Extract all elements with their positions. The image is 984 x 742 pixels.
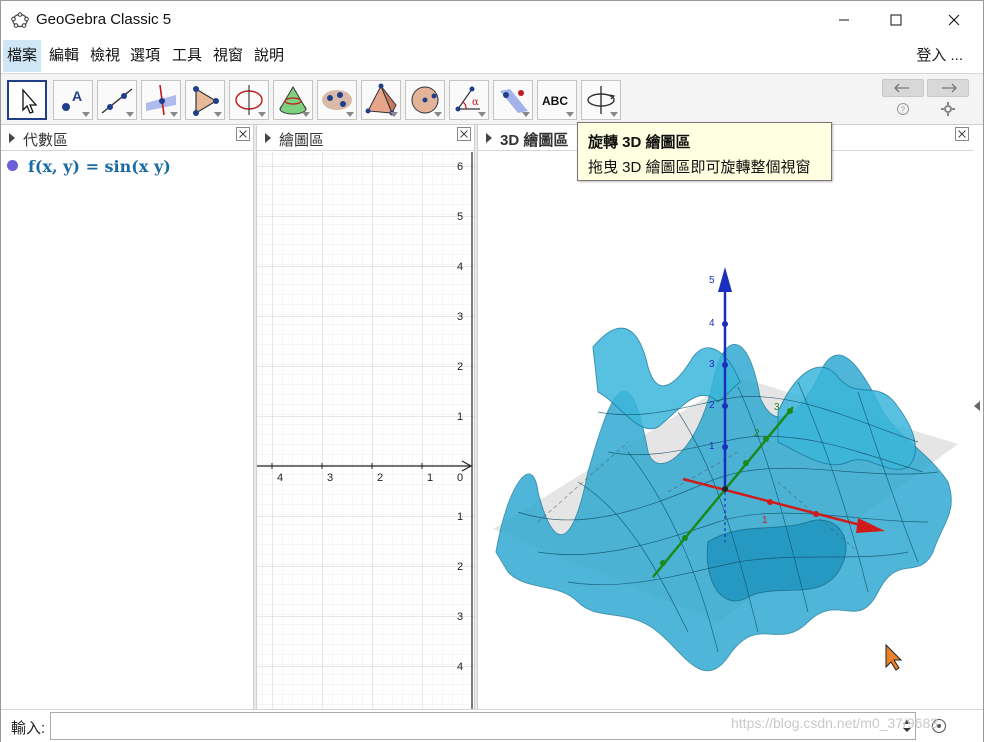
window-title: GeoGebra Classic 5 (36, 11, 172, 28)
z-tick-label: 5 (709, 275, 715, 286)
close-panel-icon[interactable] (457, 127, 471, 141)
mouse-cursor-icon (885, 643, 903, 671)
settings-gear-icon[interactable] (941, 102, 955, 116)
collapse-arrow-icon[interactable] (486, 133, 492, 143)
close-button[interactable] (931, 1, 977, 39)
z-tick-label: 3 (709, 359, 715, 370)
y-tick-label: 3 (457, 611, 463, 623)
y-tick-label: 6 (457, 161, 463, 173)
maximize-icon (890, 14, 902, 26)
angle-tool-label: α (472, 97, 479, 108)
circle-tool-button[interactable] (229, 80, 269, 120)
polygon-tool-button[interactable] (185, 80, 225, 120)
minimize-button[interactable] (821, 1, 867, 39)
menu-tools[interactable]: 工具 (168, 40, 206, 72)
algebra-panel: 代數區 f(x, y) = sin(x y) (1, 125, 254, 709)
menu-window[interactable]: 視窗 (209, 40, 247, 72)
tooltip-body: 拖曳 3D 繪圖區即可旋轉整個視窗 (588, 159, 811, 176)
undo-icon (894, 83, 909, 93)
geogebra-logo-icon (11, 12, 29, 28)
point-tool-button[interactable]: A (53, 80, 93, 120)
y-tick-label: 2 (457, 561, 463, 573)
undo-button[interactable] (882, 79, 924, 97)
reflect-tool-button[interactable] (493, 80, 533, 120)
menu-bar: 檔案 編輯 檢視 選項 工具 視窗 說明 登入 ... (1, 40, 983, 72)
algebra-panel-header: 代數區 (1, 125, 254, 151)
z-tick-label: 1 (709, 441, 715, 452)
graphics-3d-panel-title: 3D 繪圖區 (500, 132, 569, 149)
collapse-arrow-icon[interactable] (9, 133, 15, 143)
close-panel-icon[interactable] (236, 127, 250, 141)
redo-button[interactable] (927, 79, 969, 97)
graphics-panel-title: 繪圖區 (279, 132, 325, 149)
text-tool-button[interactable]: ABC (537, 80, 577, 120)
x-tick-label: 1 (762, 515, 768, 526)
y-tick-label: 2 (457, 361, 463, 373)
origin-label: 0 (457, 472, 463, 484)
graphics-panel-header: 繪圖區 (257, 125, 475, 151)
y-tick-label: 3 (457, 311, 463, 323)
intersect-surfaces-tool-button[interactable] (273, 80, 313, 120)
x-tick-label: 2 (377, 472, 383, 484)
x-tick-label: 3 (327, 472, 333, 484)
maximize-button[interactable] (873, 1, 919, 39)
toolbar: A α ABC ? (1, 73, 983, 125)
visibility-toggle-dot[interactable] (7, 160, 18, 171)
y-tick-label: 2 (754, 428, 760, 439)
pyramid-tool-button[interactable] (361, 80, 401, 120)
function-definition[interactable]: f(x, y) = sin(x y) (28, 157, 171, 176)
graphics-panel: 繪圖區 4 3 2 1 0 6 5 4 3 2 1 1 2 3 4 (257, 125, 475, 709)
login-link[interactable]: 登入 ... (916, 40, 963, 72)
rotate-3d-view-tool-button[interactable] (581, 80, 621, 120)
sidebar-expand-arrow-icon[interactable] (974, 401, 980, 411)
redo-icon (942, 83, 957, 93)
y-tick-label: 1 (457, 411, 463, 423)
y-tick-label: 3 (774, 402, 780, 413)
angle-tool-button[interactable]: α (449, 80, 489, 120)
z-tick-label: 4 (709, 318, 715, 329)
graphics-canvas[interactable]: 4 3 2 1 0 6 5 4 3 2 1 1 2 3 4 (257, 152, 475, 709)
y-tick-label: 4 (457, 661, 463, 673)
menu-options[interactable]: 選項 (126, 40, 164, 72)
x-tick-label: 1 (427, 472, 433, 484)
perpendicular-tool-button[interactable] (141, 80, 181, 120)
text-tool-label: ABC (542, 94, 568, 108)
algebra-panel-title: 代數區 (23, 132, 69, 149)
watermark-text: https://blog.csdn.net/m0_37/9683 (731, 715, 939, 731)
plane-tool-button[interactable] (317, 80, 357, 120)
collapse-arrow-icon[interactable] (265, 133, 271, 143)
graphics-3d-panel: 3D 繪圖區 5 4 3 2 1 1 3 2 (478, 125, 973, 709)
line-tool-button[interactable] (97, 80, 137, 120)
title-bar: GeoGebra Classic 5 (1, 1, 983, 39)
x-tick-label: 4 (277, 472, 283, 484)
move-tool-icon (22, 88, 38, 114)
tooltip-title: 旋轉 3D 繪圖區 (588, 134, 691, 151)
svg-text:?: ? (901, 106, 906, 115)
minimize-icon (839, 19, 849, 21)
y-tick-label: 5 (457, 211, 463, 223)
y-tick-label: 4 (457, 261, 463, 273)
graphics-3d-canvas[interactable]: 5 4 3 2 1 1 3 2 (478, 152, 973, 709)
close-panel-icon[interactable] (955, 127, 969, 141)
algebra-entry-row[interactable]: f(x, y) = sin(x y) (7, 157, 171, 176)
menu-help[interactable]: 說明 (250, 40, 288, 72)
menu-file[interactable]: 檔案 (3, 40, 42, 72)
menu-view[interactable]: 檢視 (86, 40, 124, 72)
sphere-tool-button[interactable] (405, 80, 445, 120)
menu-edit[interactable]: 編輯 (45, 40, 83, 72)
input-label: 輸入: (11, 720, 46, 737)
help-icon[interactable]: ? (896, 102, 910, 116)
z-tick-label: 2 (709, 400, 715, 411)
tool-tooltip: 旋轉 3D 繪圖區 拖曳 3D 繪圖區即可旋轉整個視窗 (577, 122, 832, 181)
close-icon (948, 14, 960, 26)
point-tool-label: A (72, 88, 82, 104)
move-tool-button[interactable] (7, 80, 47, 120)
geogebra-window: GeoGebra Classic 5 檔案 編輯 檢視 選項 工具 視窗 說明 … (0, 0, 984, 742)
y-tick-label: 1 (457, 511, 463, 523)
